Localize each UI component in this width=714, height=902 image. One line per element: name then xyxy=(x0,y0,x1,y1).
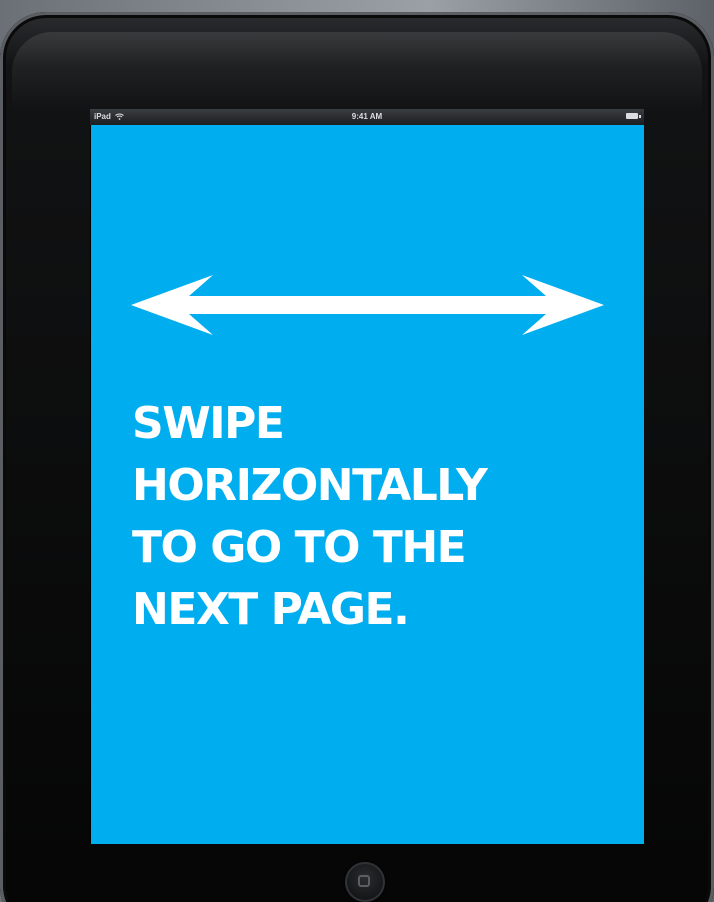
home-square-glyph xyxy=(358,875,370,887)
ipad-screen: iPad 9:41 AM SWIPE HORIZONTALLY TO GO TO… xyxy=(90,109,644,844)
bezel-highlight xyxy=(12,32,702,112)
battery-tip xyxy=(639,115,641,118)
ipad-device: iPad 9:41 AM SWIPE HORIZONTALLY TO GO TO… xyxy=(0,12,714,902)
swipe-hint-screen[interactable]: SWIPE HORIZONTALLY TO GO TO THE NEXT PAG… xyxy=(91,125,644,844)
status-bar: iPad 9:41 AM xyxy=(90,109,644,125)
battery-icon xyxy=(626,113,638,119)
double-headed-arrow-icon xyxy=(131,275,604,335)
battery-level xyxy=(627,114,637,118)
home-button-icon[interactable] xyxy=(345,862,385,902)
photo-backdrop: iPad 9:41 AM SWIPE HORIZONTALLY TO GO TO… xyxy=(0,0,714,902)
status-time: 9:41 AM xyxy=(351,112,383,121)
swipe-instruction-text: SWIPE HORIZONTALLY TO GO TO THE NEXT PAG… xyxy=(132,398,488,635)
